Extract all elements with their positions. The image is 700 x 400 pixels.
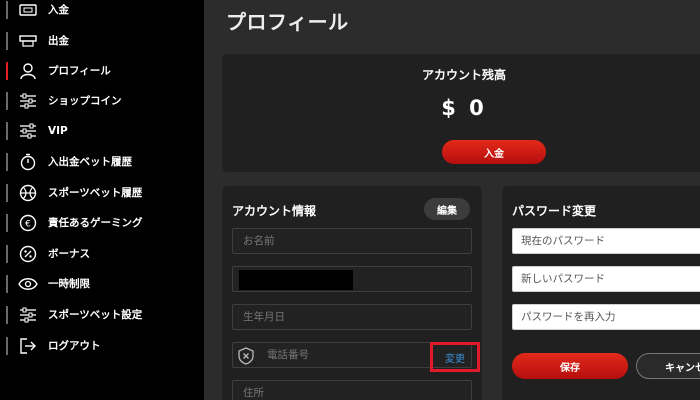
redacted-field[interactable] [232,266,472,292]
nav-marker [6,337,8,355]
current-password-field[interactable] [512,228,700,254]
nav-marker-active [6,62,8,80]
balance-label: アカウント残高 [421,68,506,82]
name-input[interactable] [233,229,471,253]
new-password-field[interactable] [512,266,700,292]
nav-marker [6,122,8,140]
confirm-password-field[interactable] [512,304,700,330]
sidebar-item-temporary-limit[interactable]: 一時制限 [0,270,204,298]
percent-icon [18,244,38,264]
new-password-input[interactable] [513,267,700,291]
password-change-title: パスワード変更 [512,204,597,218]
sidebar: 入金 出金 プロフィール ショップコイン VIP 入出金ベット履歴 スポーツベッ… [0,0,204,400]
sidebar-item-transaction-history[interactable]: 入出金ベット履歴 [0,148,204,176]
sidebar-item-label: 入出金ベット履歴 [48,156,132,168]
redacted-value [239,270,353,290]
cancel-button[interactable]: キャンセル [636,353,700,379]
main-content: プロフィール アカウント残高 $ 0 入金 アカウント情報 編集 変更 パスワー… [204,0,700,400]
ball-icon [18,183,38,203]
svg-text:€: € [25,220,31,230]
sidebar-item-sports-bet-settings[interactable]: スポーツベット設定 [0,301,204,329]
logout-icon [18,336,38,356]
sidebar-item-label: VIP [48,125,68,137]
sidebar-item-shop-coin[interactable]: ショップコイン [0,87,204,115]
page-title: プロフィール [226,10,349,34]
save-button[interactable]: 保存 [512,353,628,379]
sliders-icon [18,121,38,141]
password-change-card: パスワード変更 保存 キャンセル [502,186,700,400]
birthdate-field[interactable] [232,304,472,330]
sidebar-item-vip[interactable]: VIP [0,117,204,145]
sidebar-item-label: ボーナス [48,248,90,260]
sidebar-item-bonus[interactable]: ボーナス [0,240,204,268]
nav-marker [6,1,8,19]
nav-marker [6,214,8,232]
sidebar-item-profile[interactable]: プロフィール [0,57,204,85]
nav-marker [6,275,8,293]
sidebar-item-label: スポーツベット設定 [48,309,143,321]
timer-icon [18,152,38,172]
sidebar-item-label: スポーツベット履歴 [48,187,143,199]
address-field[interactable] [232,380,472,400]
sidebar-item-label: 入金 [48,4,69,16]
responsible-icon: € [18,213,38,233]
account-info-title: アカウント情報 [232,204,317,218]
sidebar-item-responsible-gaming[interactable]: € 責任あるゲーミング [0,209,204,237]
account-info-card: アカウント情報 編集 変更 [222,186,482,400]
sidebar-item-label: 一時制限 [48,278,90,290]
nav-marker [6,306,8,324]
sliders-icon [18,305,38,325]
sidebar-item-label: ログアウト [48,340,101,352]
name-field[interactable] [232,228,472,254]
sidebar-item-label: 出金 [48,35,69,47]
sidebar-item-logout[interactable]: ログアウト [0,332,204,360]
nav-marker [6,184,8,202]
address-input[interactable] [233,381,471,400]
edit-button[interactable]: 編集 [424,198,470,220]
user-icon [18,61,38,81]
nav-marker [6,245,8,263]
deposit-icon [18,0,38,20]
sidebar-item-label: プロフィール [48,65,111,77]
nav-marker [6,92,8,110]
balance-card: アカウント残高 $ 0 入金 [222,54,700,172]
current-password-input[interactable] [513,229,700,253]
sidebar-item-label: ショップコイン [48,95,122,107]
sidebar-item-sports-bet-history[interactable]: スポーツベット履歴 [0,179,204,207]
balance-value: $ 0 [441,96,487,120]
birthdate-input[interactable] [233,305,471,329]
change-phone-link[interactable]: 変更 [430,342,480,372]
sliders-icon [18,91,38,111]
confirm-password-input[interactable] [513,305,700,329]
sidebar-item-deposit[interactable]: 入金 [0,0,204,24]
nav-marker [6,32,8,50]
eye-icon [18,274,38,294]
sidebar-item-withdraw[interactable]: 出金 [0,27,204,55]
nav-marker [6,153,8,171]
phone-input[interactable] [261,343,421,367]
deposit-button[interactable]: 入金 [442,140,546,164]
withdraw-icon [18,31,38,51]
sidebar-item-label: 責任あるゲーミング [48,217,143,229]
shield-icon [237,347,255,365]
